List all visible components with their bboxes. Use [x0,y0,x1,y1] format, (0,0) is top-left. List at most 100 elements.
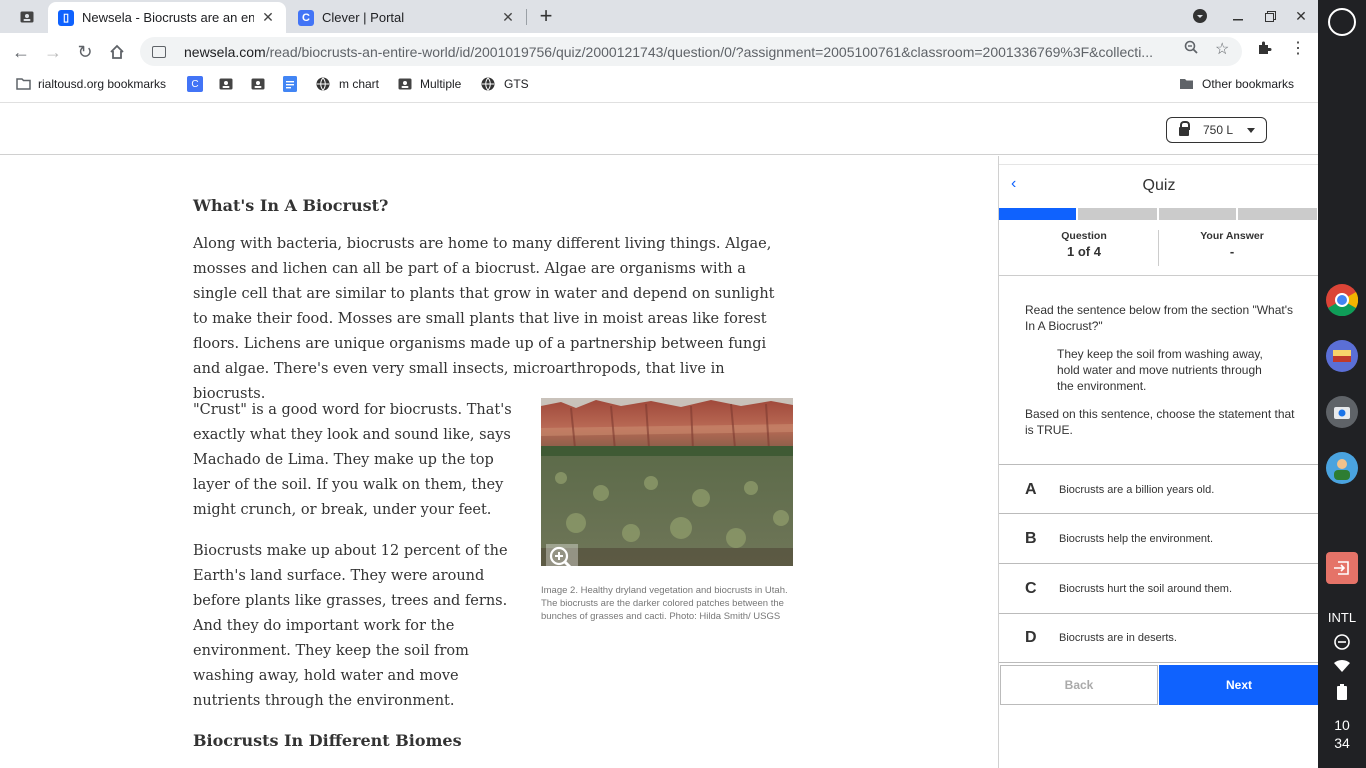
next-button[interactable]: Next [1159,665,1319,705]
bookmark-m-chart[interactable]: m chart [316,75,379,93]
contact-card-icon [20,11,34,23]
article-paragraph: Biocrusts make up about 12 percent of th… [193,543,508,709]
restore-icon [1264,10,1276,22]
progress-segment [1238,208,1317,220]
quiz-progress-bar [999,208,1319,220]
doc-icon [283,76,297,92]
utah-landscape-image [541,398,793,566]
tab-strip: ▯ Newsela - Biocrusts are an entire ✕ C … [0,0,1318,33]
new-tab-icon: + [539,3,553,28]
question-quote: They keep the soil from washing away, ho… [1057,347,1263,393]
address-bar[interactable]: newsela.com/read/biocrusts-an-entire-wor… [140,37,1242,66]
newsela-favicon-icon: ▯ [58,9,74,26]
forward-button[interactable]: → [40,39,66,65]
page-info-icon[interactable] [152,45,166,58]
input-method-indicator[interactable]: INTL [1318,610,1366,625]
answer-choice-b[interactable]: B Biocrusts help the environment. [999,513,1319,563]
tab-title: Clever | Portal [322,10,405,25]
tab-search-button[interactable] [8,4,46,30]
app-icon[interactable] [1326,340,1358,372]
url-path: /read/biocrusts-an-entire-world/id/20010… [265,43,1153,60]
question-instruction: Based on this sentence, choose the state… [1025,407,1295,437]
restore-button[interactable] [1260,6,1280,26]
question-prompt: Read the sentence below from the section… [1025,303,1294,333]
answer-choice-d[interactable]: D Biocrusts are in deserts. [999,613,1319,663]
url-host: newsela.com [184,43,266,60]
bookmark-contact-2[interactable] [251,75,265,93]
chrome-app-icon[interactable] [1326,284,1359,317]
tab-search-dropdown-button[interactable] [1190,6,1210,26]
answer-value: - [1229,244,1235,259]
back-button[interactable]: Back [1000,665,1158,705]
clock-minute[interactable]: 34 [1318,735,1366,751]
choice-letter: D [1025,629,1037,646]
arrow-left-icon: ← [12,41,30,62]
clever-icon: C [187,76,203,92]
section-heading: What's In A Biocrust? [193,196,389,215]
bookmark-clever[interactable]: C [187,75,209,93]
page-header: 750 L [0,102,1318,155]
close-tab-icon[interactable]: ✕ [500,9,516,26]
wifi-icon[interactable] [1318,659,1366,676]
section-heading: Biocrusts In Different Biomes [193,731,462,750]
zoom-image-button[interactable] [546,544,578,574]
bookmark-star-icon[interactable]: ☆ [1215,39,1229,59]
question-counter: Question 1 of 4 [1005,230,1163,259]
minimize-button[interactable] [1228,6,1248,26]
contact-icon [219,78,233,90]
answer-label: Your Answer [1200,230,1264,242]
bookmark-label: GTS [504,77,529,91]
article-body: What's In A Biocrust? Along with bacteri… [0,156,998,768]
question-info: Question 1 of 4 Your Answer - [999,220,1319,276]
bookmark-rialtousd[interactable]: rialtousd.org bookmarks [16,75,166,93]
answer-choice-a[interactable]: A Biocrusts are a billion years old. [999,464,1319,514]
chevron-down-circle-icon [1193,9,1207,23]
launcher-button[interactable] [1328,8,1356,36]
reload-button[interactable]: ↻ [72,39,98,65]
bookmark-contact-1[interactable] [219,75,233,93]
quiz-panel: ‹ Quiz Question 1 of 4 Your Answer - Rea… [998,156,1319,768]
tab-clever[interactable]: C Clever | Portal ✕ [288,2,526,33]
question-value: 1 of 4 [1067,244,1101,259]
arrow-right-icon: → [44,41,62,62]
minus-circle-icon[interactable] [1318,634,1366,653]
progress-segment [1078,208,1157,220]
bookmark-label: Multiple [420,77,462,91]
close-tab-icon[interactable]: ✕ [260,9,276,26]
menu-kebab-icon[interactable]: ⋮ [1290,38,1306,58]
home-button[interactable] [104,39,130,65]
extensions-icon[interactable] [1256,40,1272,59]
progress-segment [999,208,1077,220]
progress-segment [1159,208,1237,220]
new-tab-button[interactable]: + [536,3,556,28]
bookmark-label: rialtousd.org bookmarks [38,77,167,91]
back-button[interactable]: ← [8,39,34,65]
bookmark-gts[interactable]: GTS [481,75,529,93]
clock-hour[interactable]: 10 [1318,717,1366,733]
minimize-icon [1233,19,1243,21]
zoom-icon[interactable] [1184,40,1198,57]
article-image[interactable] [541,398,793,566]
app-icon[interactable] [1326,452,1358,484]
caret-down-icon [1247,127,1256,133]
quiz-title: Quiz [1142,177,1176,194]
exit-app-icon[interactable] [1326,552,1358,584]
lexile-level-dropdown[interactable]: 750 L [1166,117,1267,143]
answer-choice-c[interactable]: C Biocrusts hurt the soil around them. [999,563,1319,613]
other-bookmarks[interactable]: Other bookmarks [1179,75,1294,93]
globe-icon [481,77,495,91]
choice-text: Biocrusts are a billion years old. [1059,483,1215,496]
tab-newsela[interactable]: ▯ Newsela - Biocrusts are an entire ✕ [48,2,286,33]
question-label: Question [1061,230,1107,242]
close-window-button[interactable]: ✕ [1291,6,1311,26]
bookmark-multiple[interactable]: Multiple [398,75,461,93]
battery-icon[interactable] [1318,684,1366,703]
bookmark-doc[interactable] [283,75,297,93]
article-paragraph: Along with bacteria, biocrusts are home … [193,236,775,402]
lexile-value: 750 L [1203,123,1234,137]
tab-title: Newsela - Biocrusts are an entire [82,10,254,25]
camera-app-icon[interactable] [1326,396,1358,428]
close-icon: ✕ [1295,7,1307,24]
tab-separator [526,9,527,25]
folder-icon [1180,79,1193,89]
